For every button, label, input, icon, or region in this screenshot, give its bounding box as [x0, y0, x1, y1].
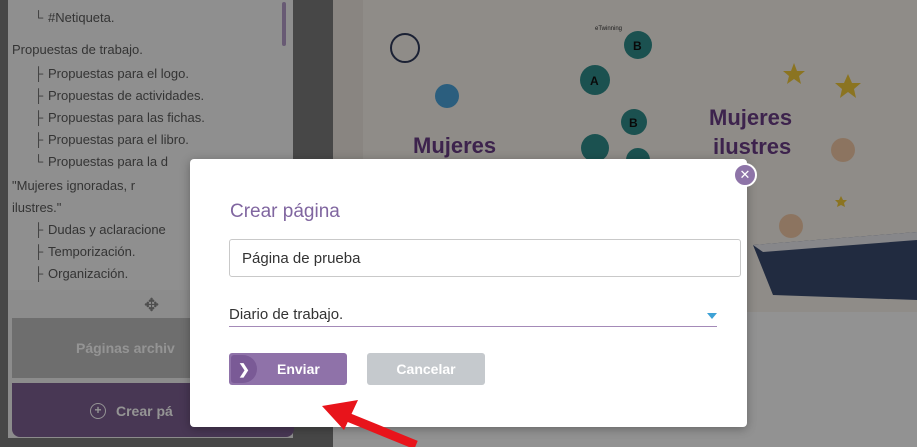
send-label: Enviar: [277, 361, 320, 377]
chevron-right-icon: ❯: [231, 355, 257, 383]
dialog-title: Crear página: [230, 201, 340, 222]
close-icon[interactable]: ✕: [733, 163, 757, 187]
page-name-input[interactable]: [229, 239, 741, 277]
red-arrow-annotation: [322, 400, 418, 447]
parent-page-select[interactable]: Diario de trabajo.: [229, 304, 717, 327]
create-page-dialog: Crear página Diario de trabajo. ❯ Enviar…: [190, 159, 747, 427]
cancel-button[interactable]: Cancelar: [367, 353, 485, 385]
select-value: Diario de trabajo.: [229, 306, 344, 323]
chevron-down-icon: [707, 313, 717, 319]
send-button[interactable]: ❯ Enviar: [229, 353, 347, 385]
